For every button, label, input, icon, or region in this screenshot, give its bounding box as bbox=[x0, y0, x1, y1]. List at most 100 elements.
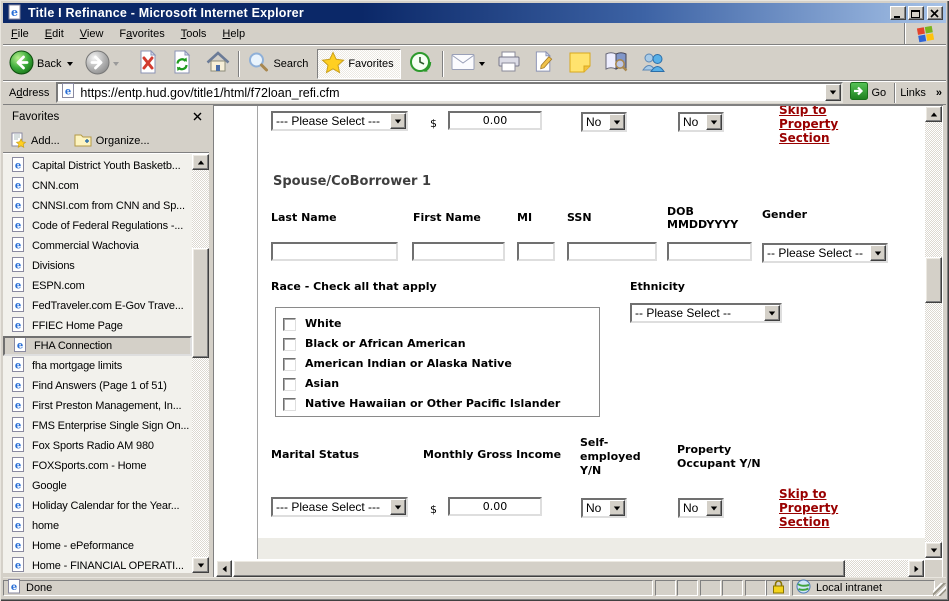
scrollbar-track[interactable] bbox=[925, 122, 942, 257]
skip-to-property-link-bottom[interactable]: Skip to Property Section bbox=[779, 487, 843, 529]
occupant-select[interactable]: No bbox=[678, 498, 724, 518]
favorite-item[interactable]: eFHA Connection bbox=[3, 336, 192, 356]
scrollbar-track[interactable] bbox=[192, 170, 209, 248]
menu-file[interactable]: File bbox=[3, 24, 37, 45]
favorite-item[interactable]: eCNN.com bbox=[3, 176, 192, 196]
favorite-item[interactable]: eFOXSports.com - Home bbox=[3, 456, 192, 476]
menu-edit[interactable]: Edit bbox=[37, 24, 72, 45]
favorite-item[interactable]: eFMS Enterprise Single Sign On... bbox=[3, 416, 192, 436]
scrollbar-thumb[interactable] bbox=[233, 560, 845, 577]
minimize-button[interactable] bbox=[890, 6, 906, 20]
favorite-item[interactable]: eFFIEC Home Page bbox=[3, 316, 192, 336]
favorite-item[interactable]: eESPN.com bbox=[3, 276, 192, 296]
favorite-item[interactable]: eGoogle bbox=[3, 476, 192, 496]
vertical-scrollbar[interactable] bbox=[925, 106, 942, 559]
race-checkbox[interactable] bbox=[283, 338, 296, 351]
favorite-item[interactable]: ehome bbox=[3, 516, 192, 536]
dropdown-arrow-button[interactable] bbox=[609, 114, 625, 130]
search-button[interactable]: Search bbox=[244, 49, 314, 79]
marital-status-select[interactable]: --- Please Select --- bbox=[271, 497, 408, 517]
scroll-right-button[interactable] bbox=[908, 560, 924, 577]
self-employed-select[interactable]: No bbox=[581, 498, 627, 518]
menu-help[interactable]: Help bbox=[214, 24, 253, 45]
ssn-input[interactable] bbox=[567, 242, 657, 261]
back-button[interactable]: Back bbox=[6, 49, 76, 79]
home-button[interactable] bbox=[202, 49, 234, 79]
discuss-button[interactable] bbox=[565, 49, 595, 79]
menu-tools[interactable]: Tools bbox=[173, 24, 215, 45]
scroll-left-button[interactable] bbox=[216, 560, 232, 577]
top-yn1-select[interactable]: No bbox=[581, 112, 627, 132]
favorite-item[interactable]: eCNNSI.com from CNN and Sp... bbox=[3, 196, 192, 216]
top-select[interactable]: --- Please Select --- bbox=[271, 111, 408, 131]
income-input[interactable]: 0.00 bbox=[448, 497, 542, 516]
forward-button[interactable] bbox=[82, 49, 122, 79]
links-toolbar[interactable]: Links » bbox=[900, 87, 946, 99]
dropdown-arrow-button[interactable] bbox=[609, 500, 625, 516]
mi-input[interactable] bbox=[517, 242, 555, 261]
currency-symbol: $ bbox=[430, 503, 437, 516]
dropdown-arrow-button[interactable] bbox=[390, 499, 406, 515]
organize-favorites-button[interactable]: Organize... bbox=[74, 132, 150, 150]
scrollbar-thumb[interactable] bbox=[192, 248, 209, 358]
dropdown-arrow-button[interactable] bbox=[706, 500, 722, 516]
menu-favorites[interactable]: Favorites bbox=[111, 24, 172, 45]
horizontal-scrollbar[interactable] bbox=[214, 560, 925, 577]
favorite-item[interactable]: efha mortgage limits bbox=[3, 356, 192, 376]
dropdown-arrow-button[interactable] bbox=[764, 305, 780, 321]
favorite-item[interactable]: eFind Answers (Page 1 of 51) bbox=[3, 376, 192, 396]
race-checkbox[interactable] bbox=[283, 378, 296, 391]
dropdown-arrow-button[interactable] bbox=[870, 245, 886, 261]
scrollbar-track[interactable] bbox=[845, 560, 908, 577]
close-button[interactable] bbox=[927, 6, 943, 20]
scroll-up-button[interactable] bbox=[192, 154, 209, 170]
favorite-item[interactable]: eHome - ePeformance bbox=[3, 536, 192, 556]
favorite-item[interactable]: eCapital District Youth Basketb... bbox=[3, 156, 192, 176]
favorites-close-button[interactable] bbox=[189, 109, 205, 124]
race-checkbox[interactable] bbox=[283, 358, 296, 371]
skip-to-property-link-top[interactable]: Skip to Property Section bbox=[779, 106, 843, 145]
race-checkbox[interactable] bbox=[283, 318, 296, 331]
menu-view[interactable]: View bbox=[72, 24, 112, 45]
favorite-item[interactable]: eHoliday Calendar for the Year... bbox=[3, 496, 192, 516]
favorite-item[interactable]: eCommercial Wachovia bbox=[3, 236, 192, 256]
scroll-down-button[interactable] bbox=[925, 542, 942, 558]
favorites-scrollbar[interactable] bbox=[192, 154, 209, 573]
scroll-down-button[interactable] bbox=[192, 557, 209, 573]
first-name-input[interactable] bbox=[412, 242, 505, 261]
favorite-item[interactable]: eCode of Federal Regulations -... bbox=[3, 216, 192, 236]
resize-grip[interactable] bbox=[933, 583, 946, 596]
history-button[interactable] bbox=[405, 49, 438, 79]
address-input[interactable]: e https://entp.hud.gov/title1/html/f72lo… bbox=[56, 82, 842, 103]
favorite-item[interactable]: eFox Sports Radio AM 980 bbox=[3, 436, 192, 456]
favorites-button[interactable]: Favorites bbox=[317, 49, 400, 79]
top-yn2-select[interactable]: No bbox=[678, 112, 724, 132]
maximize-button[interactable] bbox=[908, 6, 924, 20]
gender-select[interactable]: -- Please Select -- bbox=[762, 243, 888, 263]
scrollbar-track[interactable] bbox=[925, 303, 942, 542]
research-button[interactable] bbox=[600, 49, 632, 79]
favorite-item[interactable]: eDivisions bbox=[3, 256, 192, 276]
address-dropdown-button[interactable] bbox=[825, 84, 841, 101]
stop-button[interactable] bbox=[134, 49, 162, 79]
scrollbar-track[interactable] bbox=[192, 358, 209, 557]
top-amount-input[interactable]: 0.00 bbox=[448, 111, 542, 130]
favorite-item[interactable]: eHome - FINANCIAL OPERATI... bbox=[3, 556, 192, 573]
add-favorite-button[interactable]: Add... bbox=[10, 132, 60, 151]
dropdown-arrow-button[interactable] bbox=[706, 114, 722, 130]
favorite-item[interactable]: eFedTraveler.com E-Gov Trave... bbox=[3, 296, 192, 316]
refresh-button[interactable] bbox=[168, 49, 196, 79]
favorite-item[interactable]: eFirst Preston Management, In... bbox=[3, 396, 192, 416]
messenger-button[interactable] bbox=[637, 49, 669, 79]
race-checkbox[interactable] bbox=[283, 398, 296, 411]
edit-button[interactable] bbox=[530, 49, 560, 79]
scroll-up-button[interactable] bbox=[925, 106, 942, 122]
last-name-input[interactable] bbox=[271, 242, 398, 261]
dropdown-arrow-button[interactable] bbox=[390, 113, 406, 129]
ethnicity-select[interactable]: -- Please Select -- bbox=[630, 303, 782, 323]
print-button[interactable] bbox=[493, 49, 525, 79]
scrollbar-thumb[interactable] bbox=[925, 257, 942, 303]
mail-button[interactable] bbox=[448, 49, 488, 79]
go-button[interactable]: Go bbox=[848, 81, 891, 104]
dob-input[interactable] bbox=[667, 242, 752, 261]
